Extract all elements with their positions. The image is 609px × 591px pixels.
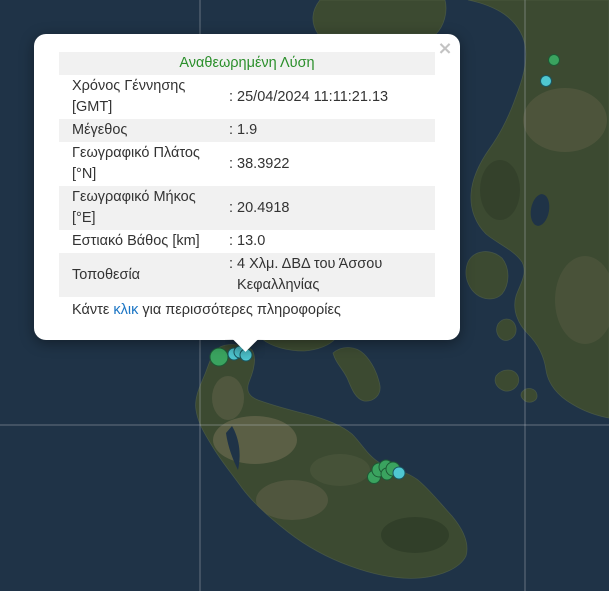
- earthquake-marker[interactable]: [392, 466, 406, 480]
- detail-label: Εστιακό Βάθος [km]: [72, 233, 200, 249]
- detail-value-cell: : 20.4918: [218, 198, 289, 219]
- popup-close-button[interactable]: ×: [435, 38, 455, 59]
- detail-separator: :: [229, 199, 234, 216]
- popup-tip: [231, 339, 259, 352]
- more-info-suffix: για περισσότερες πληροφορίες: [142, 302, 341, 318]
- detail-separator: :: [229, 155, 234, 172]
- detail-separator: :: [229, 122, 234, 138]
- close-icon: ×: [437, 38, 453, 59]
- detail-row-magnitude: Μέγεθος : 1.9: [59, 119, 435, 142]
- earthquake-marker[interactable]: [540, 75, 552, 87]
- detail-row-location: Τοποθεσία : 4 Χλμ. ΔΒΔ του Άσσου Κεφαλλη…: [59, 253, 435, 297]
- event-details-table: Αναθεωρημένη Λύση Χρόνος Γέννησης [GMT] …: [59, 52, 435, 297]
- map-container[interactable]: × Αναθεωρημένη Λύση Χρόνος Γέννησης [GMT…: [0, 0, 609, 591]
- detail-row-depth: Εστιακό Βάθος [km] : 13.0: [59, 230, 435, 253]
- detail-label: Γεωγραφικό Πλάτος [°N]: [72, 145, 200, 182]
- detail-row-longitude: Γεωγραφικό Μήκος [°E] : 20.4918: [59, 186, 435, 230]
- latitude-value: 38.3922: [237, 155, 290, 172]
- magnitude-value: 1.9: [237, 122, 258, 138]
- detail-label: Γεωγραφικό Μήκος [°E]: [72, 189, 196, 226]
- solution-status-title: Αναθεωρημένη Λύση: [59, 52, 435, 75]
- detail-value-cell: : 13.0: [218, 231, 265, 252]
- more-info-link[interactable]: κλικ: [113, 302, 138, 318]
- location-value: 4 Χλμ. ΔΒΔ του Άσσου Κεφαλληνίας: [237, 256, 383, 293]
- more-info-prefix: Κάντε: [72, 302, 110, 318]
- longitude-value: 20.4918: [237, 199, 290, 216]
- earthquake-popup: × Αναθεωρημένη Λύση Χρόνος Γέννησης [GMT…: [34, 34, 460, 340]
- popup-tip-container: [225, 339, 265, 359]
- detail-value-cell: : 4 Χλμ. ΔΒΔ του Άσσου Κεφαλληνίας: [218, 254, 422, 296]
- detail-value-cell: : 38.3922: [218, 154, 289, 175]
- detail-value-cell: : 1.9: [218, 120, 257, 141]
- detail-separator: :: [229, 233, 234, 249]
- detail-label: Τοποθεσία: [72, 266, 141, 283]
- detail-separator: :: [229, 256, 234, 272]
- earthquake-marker[interactable]: [548, 54, 560, 66]
- detail-row-latitude: Γεωγραφικό Πλάτος [°N] : 38.3922: [59, 142, 435, 186]
- more-info-text: Κάντε κλικ για περισσότερες πληροφορίες: [72, 300, 341, 321]
- detail-separator: :: [229, 88, 234, 105]
- depth-value: 13.0: [237, 233, 266, 249]
- detail-label: Μέγεθος: [72, 122, 128, 138]
- detail-label: Χρόνος Γέννησης [GMT]: [72, 78, 186, 115]
- detail-row-origin-time: Χρόνος Γέννησης [GMT] : 25/04/2024 11:11…: [59, 75, 435, 119]
- detail-value-cell: : 25/04/2024 11:11:21.13: [218, 87, 388, 108]
- origin-time-value: 25/04/2024 11:11:21.13: [237, 88, 389, 105]
